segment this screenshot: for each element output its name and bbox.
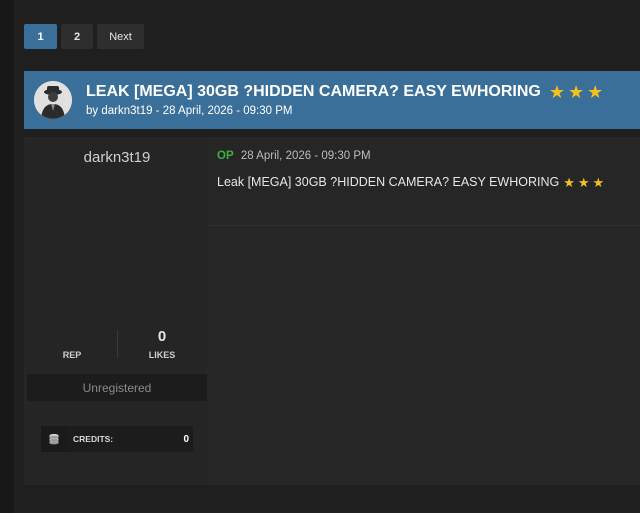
- credits-body: CREDITS: 0: [67, 426, 193, 452]
- coins-icon: [41, 426, 67, 452]
- op-tag: OP: [217, 150, 234, 162]
- rep-label: REP: [62, 350, 82, 360]
- thread-byline: by darkn3t19 - 28 April, 2026 - 09:30 PM: [86, 105, 293, 117]
- author-panel: darkn3t19 REP 0 LIKES Unregistered CREDI…: [27, 137, 207, 485]
- author-avatar[interactable]: [34, 81, 72, 119]
- page-1-button[interactable]: 1: [24, 24, 57, 49]
- rating-stars: ★ ★ ★: [549, 83, 603, 101]
- thread-header: LEAK [MEGA] 30GB ?HIDDEN CAMERA? EASY EW…: [24, 71, 640, 129]
- thread-title: LEAK [MEGA] 30GB ?HIDDEN CAMERA? EASY EW…: [86, 83, 603, 101]
- pagination: 1 2 Next: [24, 24, 144, 49]
- rep-stat: REP: [27, 328, 117, 360]
- post-body: OP 28 April, 2026 - 09:30 PM Leak [MEGA]…: [207, 137, 640, 485]
- left-sidebar-strip: [0, 0, 14, 513]
- avatar-image: [34, 81, 72, 119]
- credits-value: 0: [183, 433, 189, 445]
- credits-label: CREDITS:: [73, 434, 114, 444]
- star-icon: ★: [592, 174, 605, 190]
- thread-title-text: LEAK [MEGA] 30GB ?HIDDEN CAMERA? EASY EW…: [86, 83, 541, 100]
- credits-row: CREDITS: 0: [41, 426, 193, 452]
- post-content: Leak [MEGA] 30GB ?HIDDEN CAMERA? EASY EW…: [217, 175, 604, 189]
- post: darkn3t19 REP 0 LIKES Unregistered CREDI…: [24, 137, 640, 485]
- next-page-button[interactable]: Next: [97, 24, 144, 49]
- star-icon: ★: [577, 174, 590, 190]
- author-stats: REP 0 LIKES: [27, 328, 207, 364]
- author-username[interactable]: darkn3t19: [27, 149, 207, 166]
- post-meta: OP 28 April, 2026 - 09:30 PM: [217, 150, 371, 162]
- star-icon: ★: [563, 174, 575, 190]
- post-timestamp: 28 April, 2026 - 09:30 PM: [240, 150, 371, 162]
- user-group-badge: Unregistered: [27, 374, 207, 401]
- star-icon: ★: [548, 82, 565, 102]
- likes-value: 0: [157, 328, 167, 345]
- likes-stat: 0 LIKES: [117, 328, 207, 360]
- post-rating-stars: ★ ★ ★: [563, 176, 604, 189]
- post-divider: [207, 225, 640, 226]
- page-2-button[interactable]: 2: [61, 24, 93, 49]
- star-icon: ★: [587, 82, 604, 102]
- post-content-text: Leak [MEGA] 30GB ?HIDDEN CAMERA? EASY EW…: [217, 175, 560, 189]
- star-icon: ★: [567, 82, 585, 102]
- likes-label: LIKES: [148, 350, 176, 360]
